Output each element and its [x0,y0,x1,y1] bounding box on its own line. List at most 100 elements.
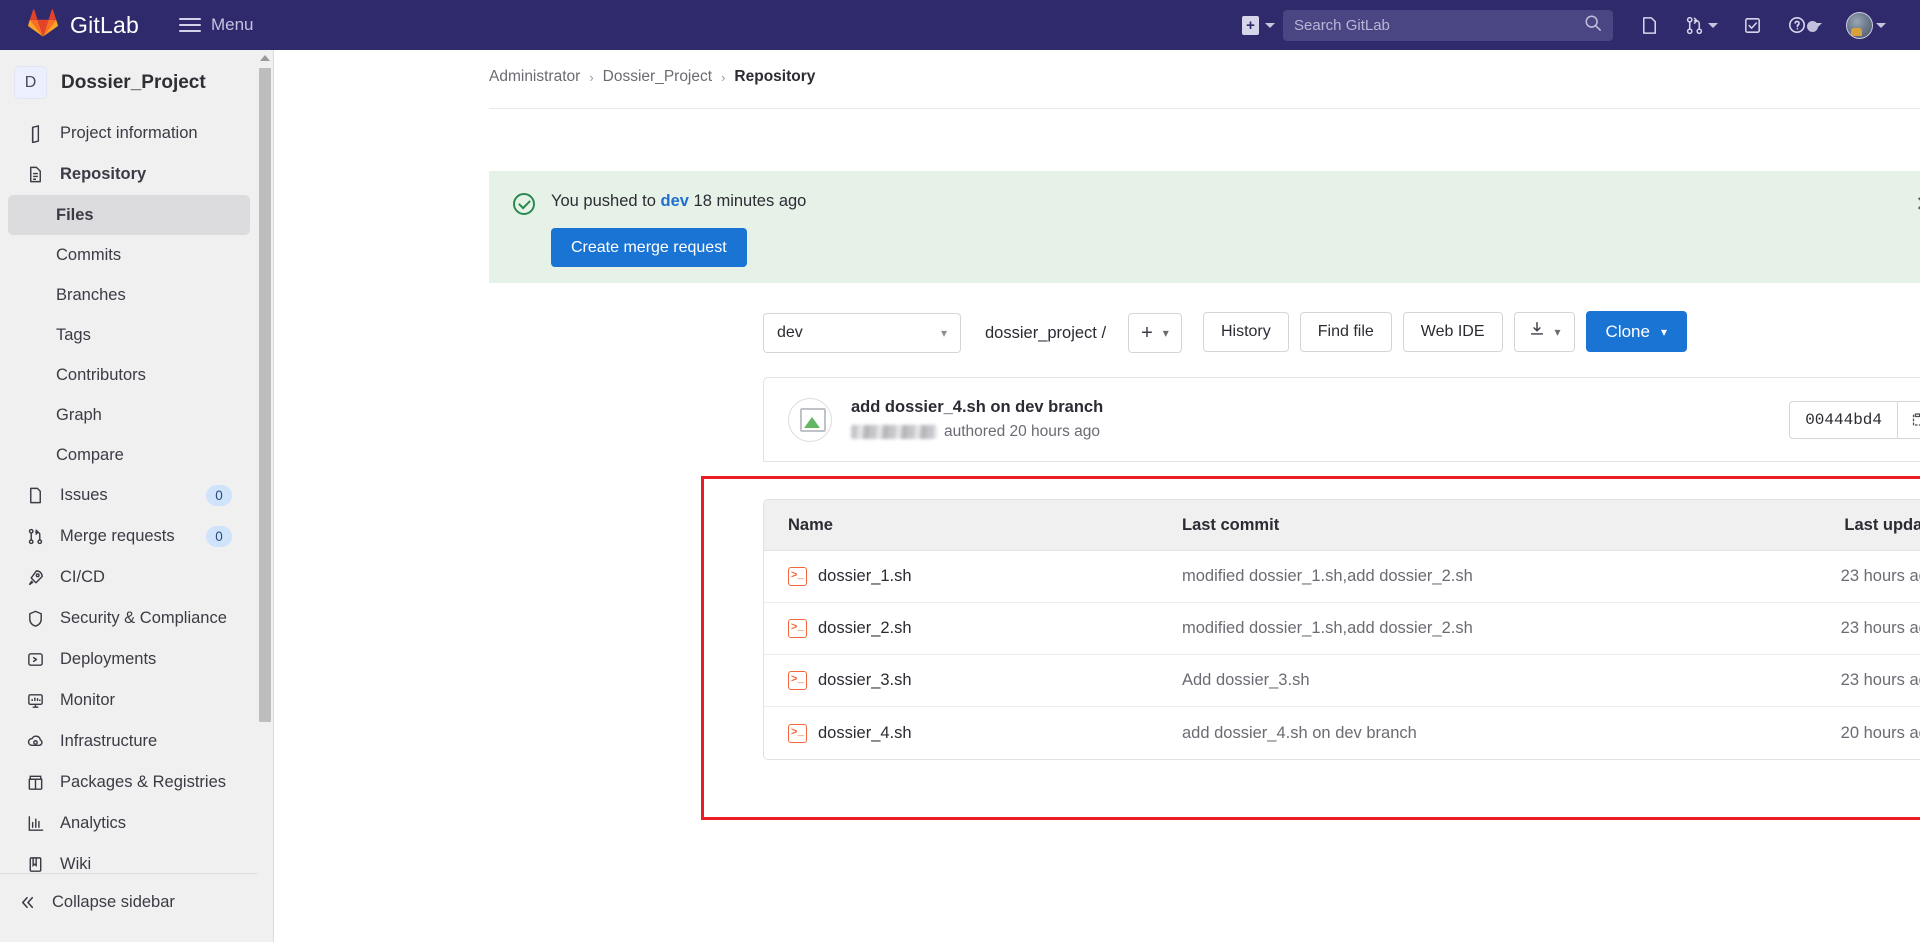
file-last-commit-link[interactable]: modified dossier_1.sh,add dossier_2.sh [1182,567,1691,586]
file-last-commit-link[interactable]: add dossier_4.sh on dev branch [1182,724,1691,743]
breadcrumb-divider [489,108,1920,109]
sidebar-item-label: Packages & Registries [60,773,226,791]
sidebar-item-monitor[interactable]: Monitor [8,680,250,721]
file-name-label: dossier_3.sh [818,671,912,689]
file-last-commit-link[interactable]: Add dossier_3.sh [1182,671,1691,690]
sidebar-item-files[interactable]: Files [8,195,250,235]
main-menu-label: Menu [210,15,254,34]
sidebar-item-commits[interactable]: Commits [8,235,250,275]
find-file-button[interactable]: Find file [1299,311,1392,352]
table-row[interactable]: >_ dossier_1.sh modified dossier_1.sh,ad… [764,551,1920,603]
commit-sha-value[interactable]: 00444bd4 [1789,400,1897,439]
sidebar-item-contributors[interactable]: Contributors [8,355,250,395]
download-source-dropdown[interactable]: ▾ [1513,311,1575,352]
shield-icon [25,608,46,629]
new-item-dropdown[interactable]: + [1242,15,1275,35]
sidebar-item-repository[interactable]: Repository [8,154,250,195]
banner-text-before: You pushed to [551,192,661,210]
repository-toolbar-left: dev ▾ dossier_project / + ▾ [763,313,1182,353]
sidebar-item-cicd[interactable]: CI/CD [8,557,250,598]
chevron-down-icon [1876,22,1886,28]
sidebar-item-compare[interactable]: Compare [8,435,250,475]
merge-requests-nav-button[interactable] [1672,15,1730,36]
todos-nav-button[interactable] [1730,15,1775,36]
sidebar-item-tags[interactable]: Tags [8,315,250,355]
file-name-link[interactable]: >_ dossier_1.sh [764,567,1182,586]
file-last-update: 23 hours ago [1840,619,1920,637]
scroll-up-arrow-icon[interactable] [260,55,270,61]
shell-script-icon: >_ [788,723,807,743]
project-avatar: D [14,66,47,99]
banner-body: You pushed to dev 18 minutes ago Create … [551,192,806,283]
sidebar-item-label: Monitor [60,691,116,709]
push-notification-banner: You pushed to dev 18 minutes ago Create … [489,171,1920,283]
wiki-book-icon [25,854,46,875]
main-menu-button[interactable]: Menu [178,15,254,35]
repository-file-table: Name Last commit Last update >_ dossier_… [763,499,1920,760]
gitlab-home-link[interactable]: GitLab [28,8,139,42]
sidebar-item-label: Infrastructure [60,732,158,750]
column-header-name: Name [788,515,833,534]
file-last-commit-link[interactable]: modified dossier_1.sh,add dossier_2.sh [1182,619,1691,638]
sidebar-item-graph[interactable]: Graph [8,395,250,435]
help-nav-button[interactable] [1775,14,1834,36]
collapse-sidebar-button[interactable]: Collapse sidebar [0,874,258,930]
copy-clipboard-icon[interactable] [1897,400,1920,439]
sidebar-scroll-region: D Dossier_Project Project information Re… [0,50,258,942]
sidebar-project-header[interactable]: D Dossier_Project [0,50,258,113]
sidebar-subitem-label: Graph [56,405,102,424]
file-name-link[interactable]: >_ dossier_3.sh [764,671,1182,690]
search-input[interactable]: Search GitLab [1283,9,1613,41]
create-merge-request-button[interactable]: Create merge request [551,228,747,267]
sidebar-item-security-compliance[interactable]: Security & Compliance [8,598,250,639]
chevron-down-icon: ▾ [1554,324,1561,339]
sidebar-item-analytics[interactable]: Analytics [8,803,250,844]
sidebar-subitem-label: Commits [56,245,122,264]
sidebar-scrollbar[interactable] [257,50,273,942]
sidebar-item-merge-requests[interactable]: Merge requests 0 [8,516,250,557]
project-name: Dossier_Project [61,71,206,93]
sidebar-item-project-information[interactable]: Project information [8,113,250,154]
clone-label: Clone [1605,321,1650,341]
sidebar-subitem-label: Contributors [56,365,146,384]
sidebar-item-deployments[interactable]: Deployments [8,639,250,680]
file-last-update: 23 hours ago [1840,567,1920,585]
branch-selector-value: dev [777,324,803,341]
column-header-last-commit: Last commit [1182,515,1280,534]
sidebar-item-branches[interactable]: Branches [8,275,250,315]
shell-script-icon: >_ [788,567,807,586]
breadcrumb-item-administrator[interactable]: Administrator [489,68,580,86]
plus-icon: + [1141,321,1153,344]
sidebar-item-label: Merge requests [60,527,175,545]
file-name-link[interactable]: >_ dossier_2.sh [764,619,1182,638]
issues-nav-button[interactable] [1627,15,1672,36]
breadcrumb-item-project[interactable]: Dossier_Project [603,68,712,86]
commit-title-link[interactable]: add dossier_4.sh on dev branch [851,398,1103,417]
file-last-update: 20 hours ago [1840,723,1920,742]
table-row[interactable]: >_ dossier_3.sh Add dossier_3.sh 23 hour… [764,655,1920,707]
add-to-repository-dropdown[interactable]: + ▾ [1128,313,1182,353]
banner-branch-link[interactable]: dev [661,192,689,210]
history-button[interactable]: History [1202,311,1289,352]
table-row[interactable]: >_ dossier_2.sh modified dossier_1.sh,ad… [764,603,1920,655]
table-row[interactable]: >_ dossier_4.sh add dossier_4.sh on dev … [764,707,1920,759]
plus-square-icon: + [1242,15,1259,35]
sidebar-item-infrastructure[interactable]: Infrastructure [8,721,250,762]
rocket-icon [25,567,46,588]
file-name-link[interactable]: >_ dossier_4.sh [764,723,1182,743]
sidebar-item-label: Deployments [60,650,157,668]
shell-script-icon: >_ [788,619,807,638]
branch-selector-dropdown[interactable]: dev ▾ [763,313,961,353]
project-sidebar: D Dossier_Project Project information Re… [0,50,274,942]
file-table-header: Name Last commit Last update [764,500,1920,551]
web-ide-button[interactable]: Web IDE [1402,311,1503,352]
commit-author-avatar [788,397,832,442]
close-icon[interactable]: ✕ [1911,193,1920,219]
scrollbar-thumb[interactable] [259,68,271,722]
user-menu-button[interactable] [1834,11,1898,39]
check-circle-icon [513,193,535,215]
sidebar-item-label: Project information [60,124,198,142]
sidebar-item-issues[interactable]: Issues 0 [8,475,250,516]
sidebar-item-packages-registries[interactable]: Packages & Registries [8,762,250,803]
clone-button[interactable]: Clone ▾ [1585,311,1687,352]
